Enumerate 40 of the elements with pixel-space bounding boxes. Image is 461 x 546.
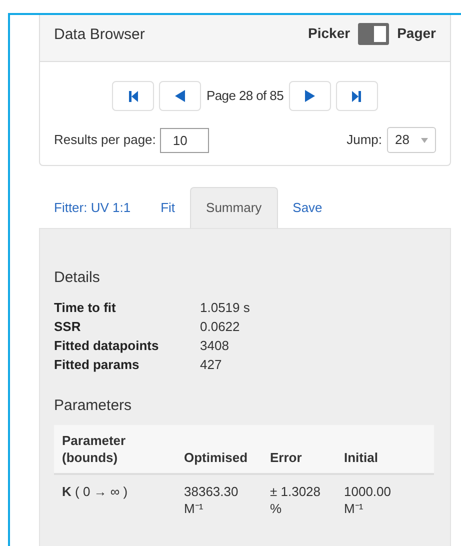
details-heading: Details bbox=[54, 268, 101, 288]
detail-label: Time to fit bbox=[54, 298, 117, 316]
jump-label: Jump: bbox=[346, 131, 382, 150]
column-header: Initial bbox=[336, 425, 434, 474]
next-icon bbox=[304, 90, 315, 102]
tab[interactable]: Save bbox=[278, 187, 338, 228]
detail-label: Fitted params bbox=[54, 356, 140, 374]
detail-label: Fitted datapoints bbox=[54, 336, 160, 354]
column-header: Error bbox=[262, 425, 336, 474]
table-cell: 1000.00 M⁻¹ bbox=[336, 474, 434, 525]
results-label: Results per page: bbox=[54, 131, 156, 150]
previous-icon bbox=[175, 90, 186, 102]
previous-page-button[interactable] bbox=[159, 81, 202, 111]
tab[interactable]: Summary bbox=[190, 187, 278, 228]
column-header: Parameter (bounds) bbox=[54, 425, 176, 474]
last-page-button[interactable] bbox=[336, 81, 378, 111]
first-page-icon bbox=[128, 90, 138, 102]
jump-dropdown[interactable]: 28 bbox=[387, 127, 436, 153]
next-page-button[interactable] bbox=[288, 81, 331, 111]
page-indicator: Page 28 of 85 bbox=[206, 87, 284, 106]
caret-icon bbox=[421, 138, 428, 142]
toggle-label: Picker bbox=[308, 24, 350, 43]
tab[interactable]: Fitter: UV 1:1 bbox=[39, 187, 146, 228]
detail-value: 1.0519 s bbox=[200, 298, 251, 316]
detail-value: 3408 bbox=[200, 336, 230, 354]
first-page-button[interactable] bbox=[112, 81, 154, 111]
detail-value: 427 bbox=[200, 356, 223, 374]
toggle-switch[interactable] bbox=[358, 23, 390, 45]
toggle-label: Pager bbox=[397, 24, 436, 43]
detail-label: SSR bbox=[54, 318, 82, 336]
parameters-heading: Parameters bbox=[54, 396, 133, 416]
results-per-page-field[interactable]: 10 bbox=[160, 128, 209, 152]
tab[interactable]: Fit bbox=[146, 187, 190, 228]
table-cell: K ( 0 → ∞ ) bbox=[54, 474, 176, 525]
table-cell: 38363.30 M⁻¹ bbox=[176, 474, 262, 525]
card-title: Data Browser bbox=[54, 25, 145, 45]
detail-value: 0.0622 bbox=[200, 318, 241, 336]
column-header: Optimised bbox=[176, 425, 262, 474]
table-cell: ± 1.3028 % bbox=[262, 474, 336, 525]
last-page-icon bbox=[352, 90, 362, 102]
